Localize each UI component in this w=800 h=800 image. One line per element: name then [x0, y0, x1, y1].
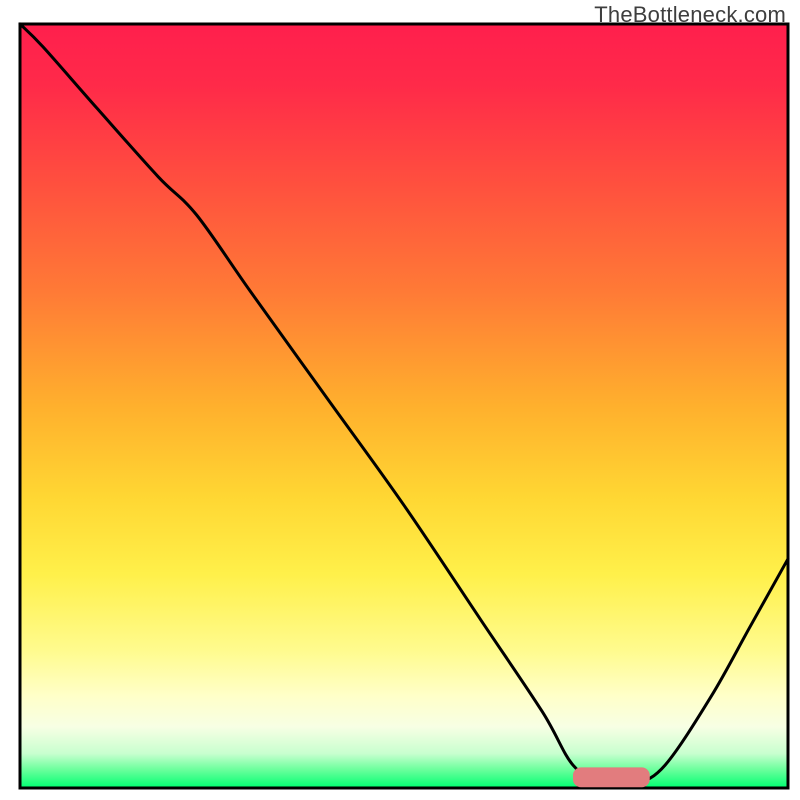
- plot-background: [20, 24, 788, 788]
- chart-container: { "watermark": "TheBottleneck.com", "cha…: [0, 0, 800, 800]
- chart-svg: [0, 0, 800, 800]
- watermark-text: TheBottleneck.com: [594, 2, 786, 28]
- optimal-range-marker: [573, 767, 650, 787]
